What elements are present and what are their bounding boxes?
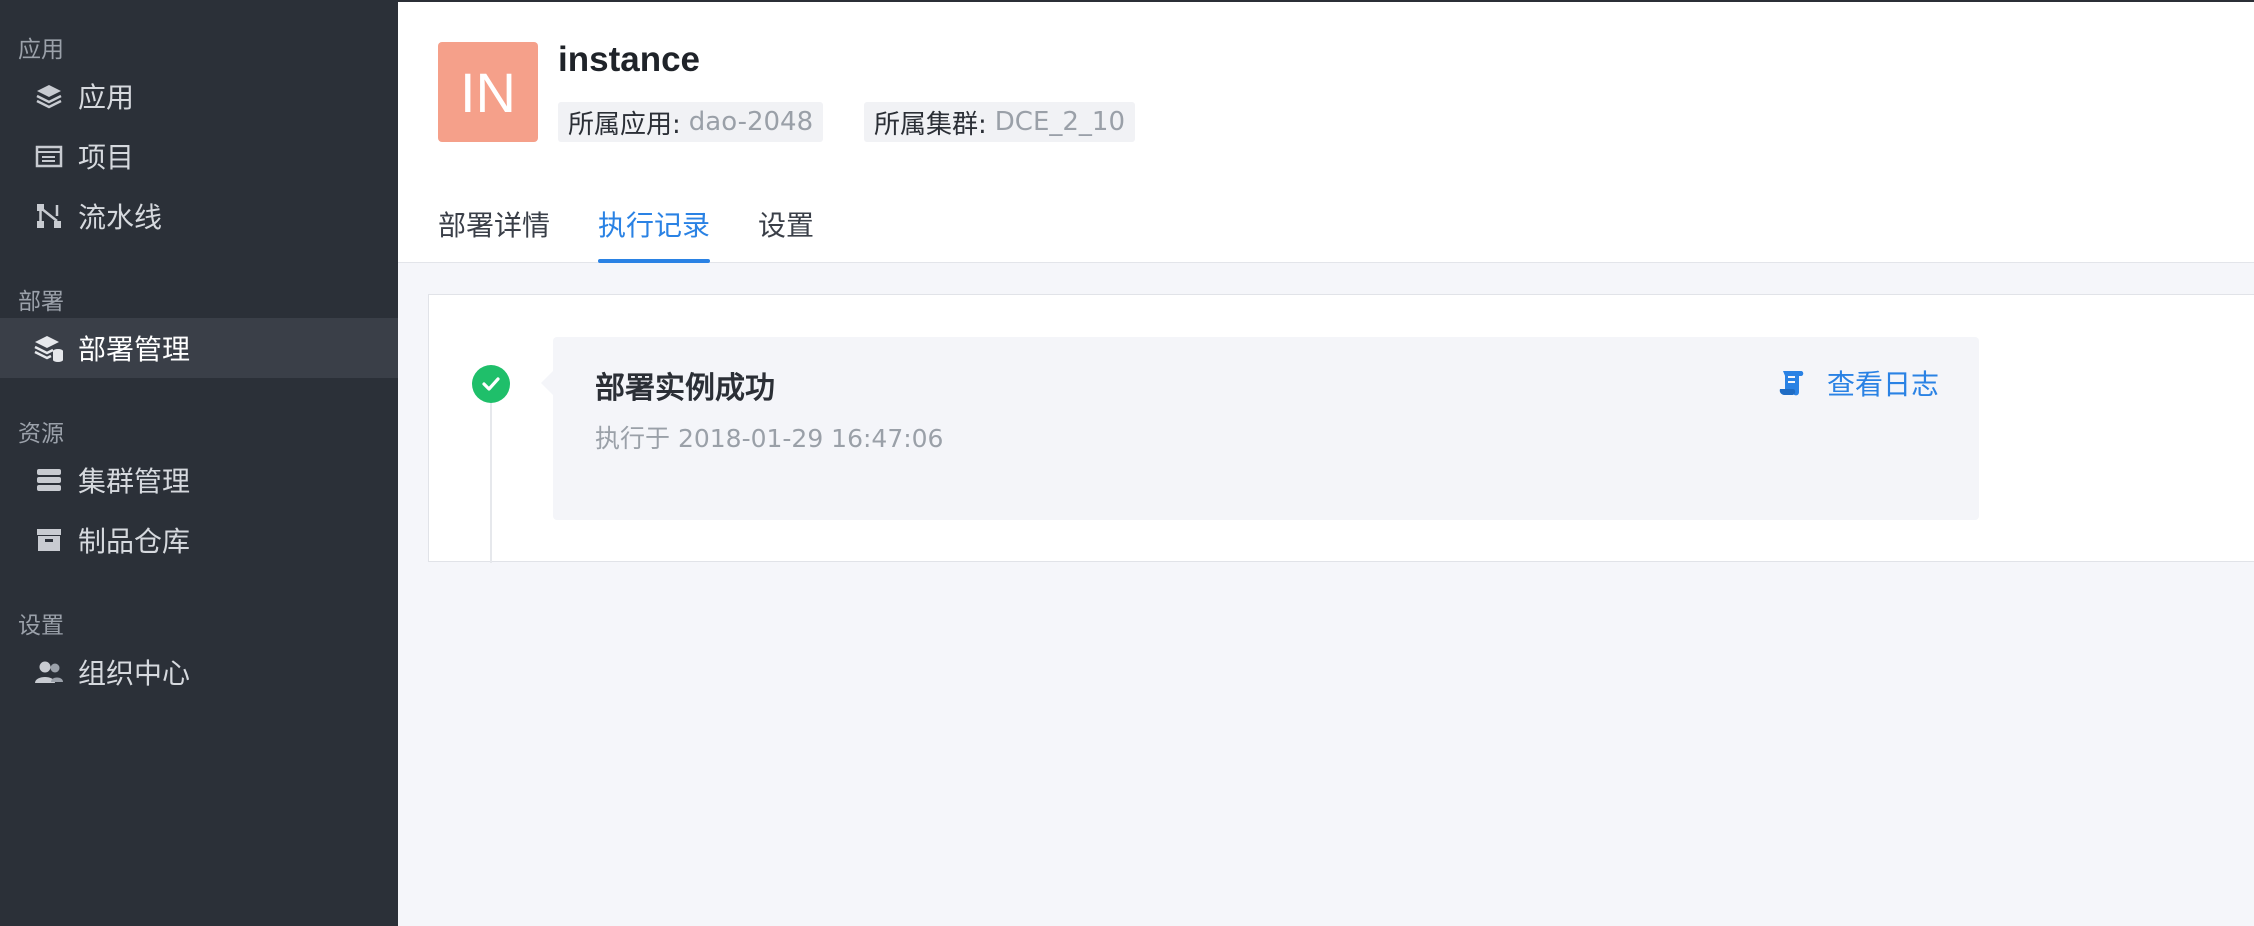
timeline-line: [490, 375, 492, 563]
record-title: 部署实例成功: [595, 371, 775, 406]
sidebar-item-label: 项目: [78, 141, 135, 174]
sidebar-section-title-deploy: 部署: [18, 289, 64, 315]
sidebar-item-projects[interactable]: 项目: [0, 126, 398, 186]
execution-record-card: 部署实例成功 执行于 2018-01-29 16:47:06 查看日志: [428, 294, 2254, 563]
server-stack-icon: [34, 465, 64, 495]
sidebar-item-label: 部署管理: [78, 333, 191, 366]
tab-execution-records[interactable]: 执行记录: [598, 204, 711, 263]
avatar: IN: [438, 42, 538, 142]
pipeline-icon: [34, 201, 64, 231]
layers-icon: [34, 81, 64, 111]
sidebar-section-title-settings: 设置: [18, 613, 64, 639]
sidebar-item-organization[interactable]: 组织中心: [0, 642, 398, 702]
timeline-entry: 部署实例成功 执行于 2018-01-29 16:47:06 查看日志: [541, 337, 1979, 520]
tab-bar: 部署详情 执行记录 设置: [438, 204, 862, 263]
app-tag-key: 所属应用:: [568, 109, 681, 140]
scroll-log-icon: [1777, 368, 1807, 398]
sidebar-section-title-app: 应用: [18, 37, 64, 63]
view-log-label: 查看日志: [1826, 368, 1939, 401]
instance-header: IN instance 所属应用: dao-2048 所属集群: DCE_2_1…: [398, 2, 2254, 263]
cluster-tag-value: DCE_2_10: [994, 107, 1125, 137]
sidebar-item-label: 流水线: [78, 201, 163, 234]
app-tag-value: dao-2048: [688, 107, 814, 137]
box-icon: [34, 525, 64, 555]
cluster-tag-key: 所属集群:: [874, 109, 987, 140]
sidebar-item-deploy-management[interactable]: 部署管理: [0, 318, 398, 378]
sidebar: 应用 应用 项目 流水线 部署 部署管理 资源 集群管理 制品仓库 设置 组织中…: [0, 0, 398, 926]
users-icon: [34, 657, 64, 687]
tab-deploy-details[interactable]: 部署详情: [438, 204, 550, 263]
record-time: 执行于 2018-01-29 16:47:06: [595, 424, 944, 453]
sidebar-item-label: 集群管理: [78, 465, 191, 498]
sidebar-section-title-resources: 资源: [18, 421, 64, 447]
sidebar-item-artifact-repo[interactable]: 制品仓库: [0, 510, 398, 570]
sidebar-item-label: 组织中心: [78, 657, 191, 690]
page-title: instance: [558, 40, 700, 79]
sidebar-item-label: 制品仓库: [78, 525, 191, 558]
sidebar-item-pipeline[interactable]: 流水线: [0, 186, 398, 246]
deploy-stack-icon: [34, 333, 64, 363]
main-content: IN instance 所属应用: dao-2048 所属集群: DCE_2_1…: [398, 2, 2254, 926]
tab-settings[interactable]: 设置: [758, 204, 814, 263]
app-tag: 所属应用: dao-2048: [558, 102, 824, 142]
success-check-icon: [472, 365, 510, 403]
cluster-tag: 所属集群: DCE_2_10: [864, 102, 1135, 142]
sidebar-item-apps[interactable]: 应用: [0, 66, 398, 126]
sidebar-item-clusters[interactable]: 集群管理: [0, 450, 398, 510]
view-log-link[interactable]: 查看日志: [1777, 363, 1939, 403]
sidebar-item-label: 应用: [78, 81, 135, 114]
folder-icon: [34, 141, 64, 171]
